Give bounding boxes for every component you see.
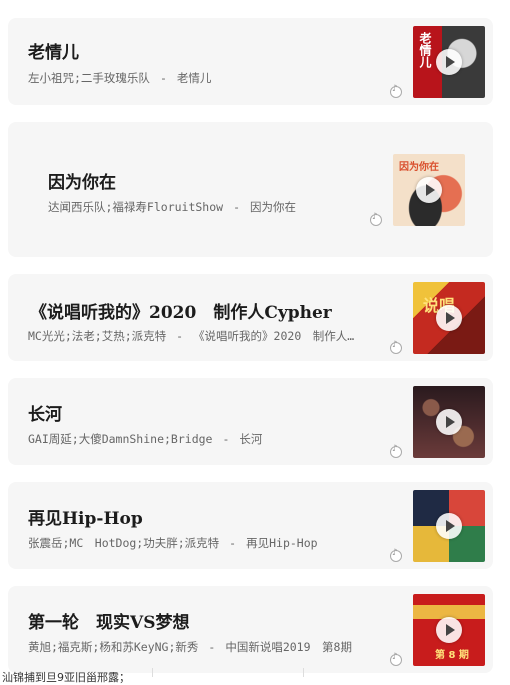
song-subtitle: 张震岳;MC HotDog;功夫胖;派克特 - 再见Hip-Hop bbox=[28, 535, 388, 551]
album-cover[interactable]: 说唱 bbox=[413, 282, 485, 354]
song-title[interactable]: 长河 bbox=[28, 400, 62, 425]
artist-names: 黄旭;福克斯;杨和苏KeyNG;新秀 bbox=[28, 640, 199, 654]
album-cover[interactable]: 第 8 期 bbox=[413, 594, 485, 666]
album-name: 老情儿 bbox=[176, 71, 212, 85]
separator: - bbox=[208, 640, 216, 654]
album-cover[interactable] bbox=[413, 490, 485, 562]
song-title[interactable]: 再见Hip-Hop bbox=[28, 504, 143, 529]
song-subtitle: MC光光;法老;艾热;派克特 - 《说唱听我的》2020 制作人… bbox=[28, 328, 373, 344]
music-note-icon bbox=[390, 548, 402, 562]
album-name: 再见Hip-Hop bbox=[246, 536, 318, 550]
music-note-icon bbox=[390, 340, 402, 354]
song-card[interactable]: 《说唱听我的》2020 制作人Cypher MC光光;法老;艾热;派克特 - 《说唱… bbox=[8, 274, 493, 361]
artist-names: 达闻西乐队;福禄寿FloruitShow bbox=[48, 200, 224, 214]
play-icon[interactable] bbox=[416, 177, 442, 203]
cover-text: 因为你在 bbox=[399, 162, 439, 173]
album-name: 长河 bbox=[239, 432, 263, 446]
artist-names: MC光光;法老;艾热;派克特 bbox=[28, 329, 167, 343]
song-title[interactable]: 因为你在 bbox=[48, 168, 116, 193]
song-subtitle: 黄旭;福克斯;杨和苏KeyNG;新秀 - 中国新说唱2019 第8期 bbox=[28, 639, 388, 655]
album-cover[interactable] bbox=[413, 386, 485, 458]
cover-text: 第 8 期 bbox=[435, 650, 469, 661]
play-icon[interactable] bbox=[436, 49, 462, 75]
music-note-icon bbox=[390, 444, 402, 458]
music-note-icon bbox=[370, 212, 382, 226]
separator: - bbox=[222, 432, 230, 446]
song-subtitle: 达闻西乐队;福禄寿FloruitShow - 因为你在 bbox=[48, 199, 368, 215]
artist-names: 左小祖咒;二手玫瑰乐队 bbox=[28, 71, 150, 85]
album-cover[interactable]: 老情儿 bbox=[413, 26, 485, 98]
artist-names: GAI周延;大傻DamnShine;Bridge bbox=[28, 432, 213, 446]
play-icon[interactable] bbox=[436, 305, 462, 331]
song-card[interactable]: 因为你在 达闻西乐队;福禄寿FloruitShow - 因为你在 因为你在 bbox=[8, 122, 493, 257]
bottom-text: 汕锦捕到旦9亚旧甾邢露； bbox=[2, 671, 130, 684]
play-icon[interactable] bbox=[436, 617, 462, 643]
album-name: 《说唱听我的》2020 制作人… bbox=[193, 329, 355, 343]
song-card[interactable]: 老情儿 左小祖咒;二手玫瑰乐队 - 老情儿 老情儿 bbox=[8, 18, 493, 105]
song-title[interactable]: 第一轮 现实VS梦想 bbox=[28, 608, 189, 633]
song-card[interactable]: 第一轮 现实VS梦想 黄旭;福克斯;杨和苏KeyNG;新秀 - 中国新说唱2019 … bbox=[8, 586, 493, 673]
separator: - bbox=[176, 329, 184, 343]
album-name: 因为你在 bbox=[250, 200, 297, 214]
song-subtitle: GAI周延;大傻DamnShine;Bridge - 长河 bbox=[28, 431, 388, 447]
artist-names: 张震岳;MC HotDog;功夫胖;派克特 bbox=[28, 536, 220, 550]
play-icon[interactable] bbox=[436, 513, 462, 539]
divider bbox=[152, 668, 153, 677]
music-note-icon bbox=[390, 652, 402, 666]
play-icon[interactable] bbox=[436, 409, 462, 435]
album-cover[interactable]: 因为你在 bbox=[393, 154, 465, 226]
cover-text: 老情儿 bbox=[418, 32, 432, 68]
separator: - bbox=[229, 536, 237, 550]
song-card[interactable]: 长河 GAI周延;大傻DamnShine;Bridge - 长河 bbox=[8, 378, 493, 465]
divider bbox=[303, 668, 304, 677]
song-title[interactable]: 《说唱听我的》2020 制作人Cypher bbox=[30, 298, 332, 323]
song-subtitle: 左小祖咒;二手玫瑰乐队 - 老情儿 bbox=[28, 70, 388, 86]
album-name: 中国新说唱2019 第8期 bbox=[225, 640, 352, 654]
separator: - bbox=[233, 200, 241, 214]
music-note-icon bbox=[390, 84, 402, 98]
song-card[interactable]: 再见Hip-Hop 张震岳;MC HotDog;功夫胖;派克特 - 再见Hip-Ho… bbox=[8, 482, 493, 569]
song-title[interactable]: 老情儿 bbox=[28, 38, 79, 63]
separator: - bbox=[159, 71, 167, 85]
